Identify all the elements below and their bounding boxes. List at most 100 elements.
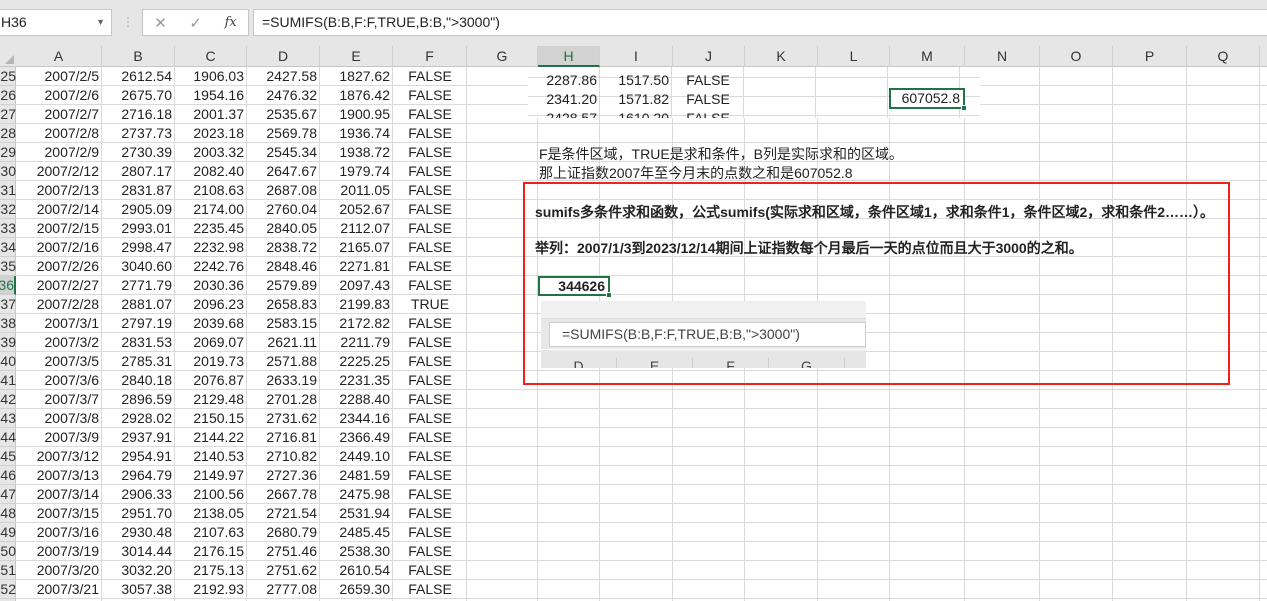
cell-f25[interactable]: FALSE <box>393 67 467 86</box>
cell-c44[interactable]: 2144.22 <box>175 428 247 447</box>
cell-b37[interactable]: 2881.07 <box>102 295 175 314</box>
cell-e44[interactable]: 2366.49 <box>320 428 393 447</box>
cell-e38[interactable]: 2172.82 <box>320 314 393 333</box>
cell-e31[interactable]: 2011.05 <box>320 181 393 200</box>
cell-b27[interactable]: 2716.18 <box>102 105 175 124</box>
cell-f31[interactable]: FALSE <box>393 181 467 200</box>
cell-a37[interactable]: 2007/2/28 <box>16 295 102 314</box>
cell-f43[interactable]: FALSE <box>393 409 467 428</box>
cell-b28[interactable]: 2737.73 <box>102 124 175 143</box>
cell-c36[interactable]: 2030.36 <box>175 276 247 295</box>
cell-a45[interactable]: 2007/3/12 <box>16 447 102 466</box>
cell-e51[interactable]: 2610.54 <box>320 561 393 580</box>
column-header-f[interactable]: F <box>393 46 467 67</box>
formula-input[interactable]: =SUMIFS(B:B,F:F,TRUE,B:B,">3000") <box>253 9 1267 36</box>
cell-c32[interactable]: 2174.00 <box>175 200 247 219</box>
column-header-o[interactable]: O <box>1040 46 1113 67</box>
cell-f48[interactable]: FALSE <box>393 504 467 523</box>
cell-c29[interactable]: 2003.32 <box>175 143 247 162</box>
row-header[interactable]: 30 <box>0 162 16 181</box>
chevron-down-icon[interactable]: ▼ <box>96 10 105 35</box>
cell-c47[interactable]: 2100.56 <box>175 485 247 504</box>
cell-d31[interactable]: 2687.08 <box>247 181 320 200</box>
column-header-p[interactable]: P <box>1113 46 1187 67</box>
select-all-button[interactable] <box>0 46 16 67</box>
column-header-a[interactable]: A <box>16 46 102 67</box>
selected-cell-h36[interactable]: 344626 <box>538 276 612 298</box>
column-header-q[interactable]: Q <box>1187 46 1260 67</box>
cell-b35[interactable]: 3040.60 <box>102 257 175 276</box>
cell-e32[interactable]: 2052.67 <box>320 200 393 219</box>
column-header-m[interactable]: M <box>890 46 965 67</box>
cell-a32[interactable]: 2007/2/14 <box>16 200 102 219</box>
cell-d48[interactable]: 2721.54 <box>247 504 320 523</box>
row-header[interactable]: 28 <box>0 124 16 143</box>
cell-b48[interactable]: 2951.70 <box>102 504 175 523</box>
cell-b36[interactable]: 2771.79 <box>102 276 175 295</box>
column-header-l[interactable]: L <box>818 46 890 67</box>
cell-b30[interactable]: 2807.17 <box>102 162 175 181</box>
cell-e43[interactable]: 2344.16 <box>320 409 393 428</box>
cell-f41[interactable]: FALSE <box>393 371 467 390</box>
cell-e27[interactable]: 1900.95 <box>320 105 393 124</box>
column-header-g[interactable]: G <box>467 46 538 67</box>
cell-f27[interactable]: FALSE <box>393 105 467 124</box>
row-header[interactable]: 47 <box>0 485 16 504</box>
cell-d39[interactable]: 2621.11 <box>247 333 320 352</box>
cell-f26[interactable]: FALSE <box>393 86 467 105</box>
selected-cell-m6[interactable]: 607052.8 <box>889 88 967 111</box>
cell-c39[interactable]: 2069.07 <box>175 333 247 352</box>
cell-f34[interactable]: FALSE <box>393 238 467 257</box>
cell-c28[interactable]: 2023.18 <box>175 124 247 143</box>
name-box[interactable]: H36 ▼ <box>0 9 112 36</box>
row-header[interactable]: 48 <box>0 504 16 523</box>
cell-e37[interactable]: 2199.83 <box>320 295 393 314</box>
cell-b52[interactable]: 3057.38 <box>102 580 175 599</box>
cell-d32[interactable]: 2760.04 <box>247 200 320 219</box>
cell-a52[interactable]: 2007/3/21 <box>16 580 102 599</box>
cell-b51[interactable]: 3032.20 <box>102 561 175 580</box>
cell-f45[interactable]: FALSE <box>393 447 467 466</box>
column-header-c[interactable]: C <box>175 46 247 67</box>
cell-a44[interactable]: 2007/3/9 <box>16 428 102 447</box>
cell-b42[interactable]: 2896.59 <box>102 390 175 409</box>
cell-e50[interactable]: 2538.30 <box>320 542 393 561</box>
cell-a39[interactable]: 2007/3/2 <box>16 333 102 352</box>
cell-c49[interactable]: 2107.63 <box>175 523 247 542</box>
cell-a40[interactable]: 2007/3/5 <box>16 352 102 371</box>
cell-b41[interactable]: 2840.18 <box>102 371 175 390</box>
cell-b31[interactable]: 2831.87 <box>102 181 175 200</box>
fill-handle[interactable] <box>961 105 967 111</box>
row-header[interactable]: 40 <box>0 352 16 371</box>
cell-e52[interactable]: 2659.30 <box>320 580 393 599</box>
cell-e25[interactable]: 1827.62 <box>320 67 393 86</box>
cell-e28[interactable]: 1936.74 <box>320 124 393 143</box>
cancel-icon[interactable]: ✕ <box>154 14 167 32</box>
enter-icon[interactable]: ✓ <box>189 14 202 32</box>
cell-f42[interactable]: FALSE <box>393 390 467 409</box>
cell-b40[interactable]: 2785.31 <box>102 352 175 371</box>
cell-d37[interactable]: 2658.83 <box>247 295 320 314</box>
cell-e26[interactable]: 1876.42 <box>320 86 393 105</box>
cell-d36[interactable]: 2579.89 <box>247 276 320 295</box>
cell-e40[interactable]: 2225.25 <box>320 352 393 371</box>
cell-d44[interactable]: 2716.81 <box>247 428 320 447</box>
cell-c33[interactable]: 2235.45 <box>175 219 247 238</box>
cell-a42[interactable]: 2007/3/7 <box>16 390 102 409</box>
cell-e47[interactable]: 2475.98 <box>320 485 393 504</box>
cell-e34[interactable]: 2165.07 <box>320 238 393 257</box>
cell-f49[interactable]: FALSE <box>393 523 467 542</box>
cell-c43[interactable]: 2150.15 <box>175 409 247 428</box>
cell-b38[interactable]: 2797.19 <box>102 314 175 333</box>
cell-b49[interactable]: 2930.48 <box>102 523 175 542</box>
cell-a50[interactable]: 2007/3/19 <box>16 542 102 561</box>
cell-d51[interactable]: 2751.62 <box>247 561 320 580</box>
cell-c52[interactable]: 2192.93 <box>175 580 247 599</box>
cell-f29[interactable]: FALSE <box>393 143 467 162</box>
cell-a51[interactable]: 2007/3/20 <box>16 561 102 580</box>
row-header[interactable]: 32 <box>0 200 16 219</box>
cell-d35[interactable]: 2848.46 <box>247 257 320 276</box>
cell-c40[interactable]: 2019.73 <box>175 352 247 371</box>
row-header[interactable]: 26 <box>0 86 16 105</box>
cell-d49[interactable]: 2680.79 <box>247 523 320 542</box>
